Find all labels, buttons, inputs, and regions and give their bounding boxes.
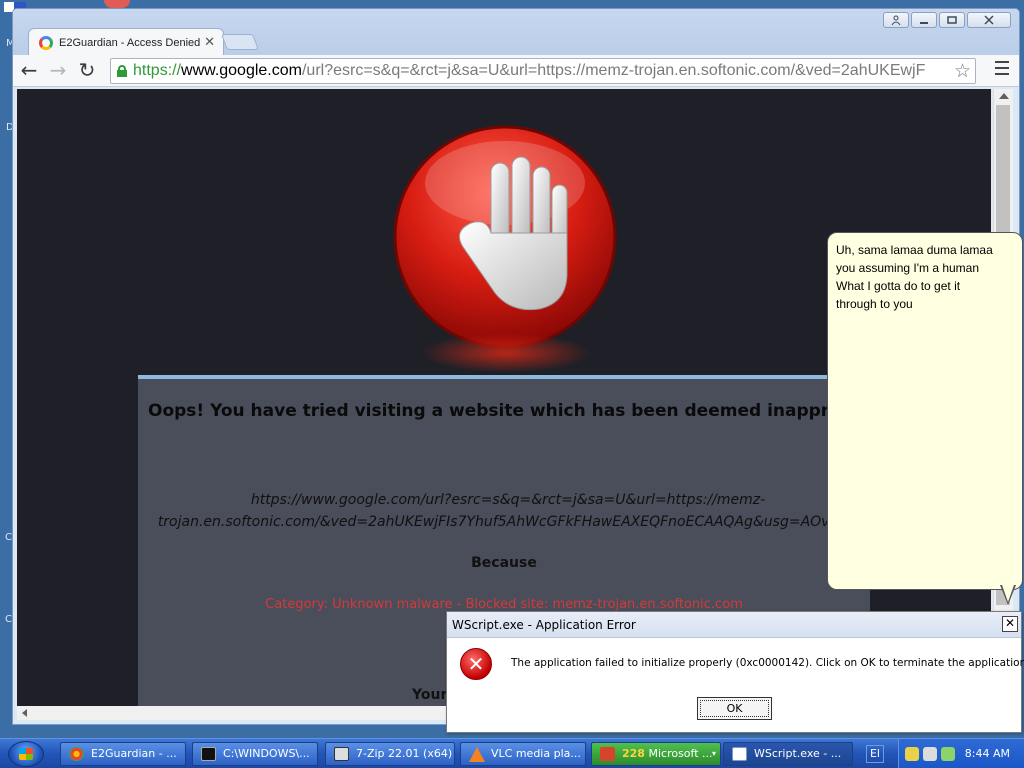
back-button[interactable]: ← — [16, 58, 42, 84]
chrome-menu-icon[interactable] — [995, 61, 1009, 75]
balloon-line: What I gotta do to get it — [836, 279, 961, 293]
desktop-red-fragment — [104, 0, 130, 8]
close-window-button[interactable] — [967, 12, 1011, 28]
system-tray: 8:44 AM — [898, 739, 1024, 768]
error-dialog: WScript.exe - Application Error ✕ ✕ The … — [446, 611, 1024, 733]
reload-button[interactable]: ↻ — [74, 58, 100, 84]
url-scheme: https:// — [133, 62, 182, 79]
dialog-title: WScript.exe - Application Error — [447, 612, 1021, 638]
tab-e2guardian[interactable]: E2Guardian - Access Denied ✕ — [28, 28, 224, 56]
browser-toolbar: ← → ↻ https://www.google.com/url?esrc=s&… — [13, 55, 1019, 87]
group-caret-icon: ▾ — [711, 749, 716, 758]
browser-titlebar: E2Guardian - Access Denied ✕ — [13, 9, 1019, 59]
taskbar-item-label: Microsoft ... — [648, 747, 713, 760]
lock-icon — [117, 65, 127, 77]
tray-app-icon[interactable] — [905, 747, 919, 761]
cmd-icon — [201, 747, 216, 761]
your-label: Your — [412, 687, 448, 703]
taskbar-item-label: E2Guardian - ... — [91, 747, 177, 760]
stop-hand-icon — [391, 123, 619, 373]
tray-network-icon[interactable] — [923, 747, 937, 761]
balloon-line: Uh, sama lamaa duma lamaa — [836, 243, 993, 257]
taskbar-item-label: WScript.exe - ... — [754, 747, 842, 760]
url-text: https://www.google.com/url?esrc=s&q=&rct… — [133, 62, 925, 80]
window-controls — [883, 12, 1011, 28]
window-icon — [732, 747, 747, 761]
blocked-url: https://www.google.com/url?esrc=s&q=&rct… — [138, 489, 878, 533]
taskbar: E2Guardian - ... C:\WINDOWS\... 7-Zip 22… — [0, 738, 1024, 768]
tab-close-icon[interactable]: ✕ — [204, 35, 215, 50]
office-icon — [600, 747, 615, 761]
google-favicon-icon — [39, 35, 53, 50]
dialog-message: The application failed to initialize pro… — [511, 657, 1024, 669]
clock[interactable]: 8:44 AM — [965, 747, 1010, 760]
block-category: Category: Unknown malware - Blocked site… — [265, 597, 743, 612]
language-indicator[interactable]: El — [866, 745, 884, 763]
taskbar-item-cmd[interactable]: C:\WINDOWS\... — [192, 742, 318, 766]
because-label: Because — [471, 555, 537, 571]
dialog-close-button[interactable]: ✕ — [1002, 616, 1018, 632]
start-button[interactable] — [8, 741, 44, 767]
stop-glow — [421, 333, 591, 373]
taskbar-item-vlc[interactable]: VLC media pla... — [460, 742, 586, 766]
speech-balloon: Uh, sama lamaa duma lamaa you assuming I… — [827, 232, 1023, 590]
url-path: /url?esrc=s&q=&rct=j&sa=U&url=https://me… — [301, 62, 926, 79]
blocked-url-line1: https://www.google.com/url?esrc=s&q=&rct… — [250, 492, 766, 508]
bookmark-star-icon[interactable]: ☆ — [953, 60, 971, 82]
new-tab-button[interactable] — [221, 34, 259, 50]
restore-button[interactable] — [939, 12, 965, 28]
minimize-button[interactable] — [911, 12, 937, 28]
error-icon: ✕ — [460, 648, 492, 680]
taskbar-item-wscript[interactable]: WScript.exe - ... — [723, 742, 853, 766]
url-host: www.google.com — [181, 62, 302, 79]
taskbar-item-e2guardian[interactable]: E2Guardian - ... — [60, 742, 186, 766]
address-bar[interactable]: https://www.google.com/url?esrc=s&q=&rct… — [110, 58, 976, 84]
balloon-tail-fill — [1002, 585, 1014, 602]
taskbar-item-label: C:\WINDOWS\... — [223, 747, 310, 760]
tab-title: E2Guardian - Access Denied — [59, 36, 201, 49]
scroll-up-arrow-icon[interactable] — [999, 93, 1009, 99]
page-heading: Oops! You have tried visiting a website … — [148, 401, 899, 421]
scroll-left-arrow-icon[interactable] — [22, 709, 27, 717]
balloon-line: through to you — [836, 297, 913, 311]
taskbar-item-label: 7-Zip 22.01 (x64) — [356, 747, 453, 760]
7zip-icon — [334, 747, 349, 761]
taskbar-item-label: VLC media pla... — [491, 747, 581, 760]
ok-button[interactable]: OK — [697, 697, 772, 720]
taskbar-item-microsoft[interactable]: 228 Microsoft ... ▾ — [591, 742, 721, 766]
vlc-cone-icon — [469, 747, 485, 762]
profile-icon[interactable] — [883, 12, 909, 28]
blocked-url-line2: trojan.en.softonic.com/&ved=2ahUKEwjFIs7… — [157, 514, 859, 530]
tray-volume-icon[interactable] — [941, 747, 955, 761]
taskbar-item-7zip[interactable]: 7-Zip 22.01 (x64) — [325, 742, 455, 766]
desktop-fragment: C — [5, 532, 12, 543]
desktop-fragment: C — [5, 614, 12, 625]
taskbar-item-count: 228 — [622, 747, 645, 760]
forward-button[interactable]: → — [45, 58, 71, 84]
chrome-icon — [69, 747, 84, 761]
balloon-line: you assuming I'm a human — [836, 261, 980, 275]
